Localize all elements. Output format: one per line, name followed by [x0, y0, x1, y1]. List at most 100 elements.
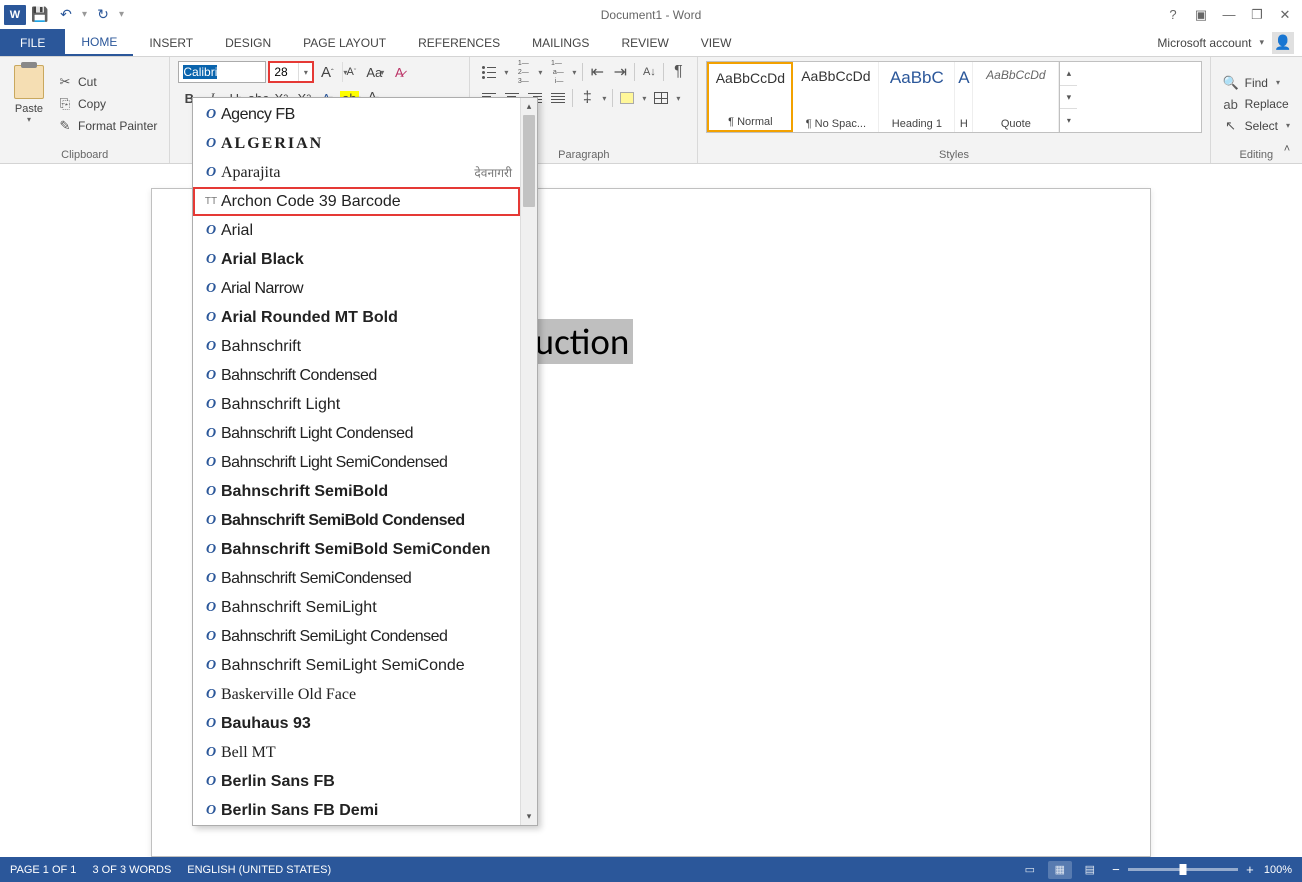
qat-customize-chevron[interactable]: ▾ [119, 9, 124, 20]
scrollbar-up-icon[interactable]: ▴ [521, 98, 537, 115]
font-size-combo[interactable]: ▾ [268, 61, 314, 83]
font-list-item[interactable]: OBahnschrift SemiBold SemiConden [193, 535, 520, 564]
restore-icon[interactable]: ❐ [1244, 5, 1270, 25]
multilevel-button[interactable]: 1— a— i— [546, 61, 568, 83]
view-web-layout-icon[interactable]: ▤ [1078, 861, 1102, 879]
copy-button[interactable]: ⎘Copy [54, 94, 161, 114]
font-list-item[interactable]: OAparajitaदेवनागरी [193, 158, 520, 187]
select-chevron-icon[interactable]: ▾ [1286, 121, 1290, 130]
qat-undo-chevron[interactable]: ▾ [82, 9, 87, 20]
tab-view[interactable]: VIEW [685, 29, 748, 56]
account-chevron-icon[interactable]: ▾ [1259, 37, 1264, 48]
clear-formatting-button[interactable]: A̷ [388, 61, 410, 83]
font-list-item[interactable]: OArial Narrow [193, 274, 520, 303]
font-list-item[interactable]: OALGERIAN [193, 129, 520, 158]
qat-undo-icon[interactable]: ↶ [54, 3, 78, 27]
tab-insert[interactable]: INSERT [133, 29, 209, 56]
paste-chevron-icon[interactable]: ▾ [27, 115, 31, 124]
line-spacing-button[interactable]: ‡ [576, 87, 598, 109]
avatar-icon[interactable]: 👤 [1272, 32, 1294, 54]
gallery-more-icon[interactable]: ▾ [1060, 109, 1077, 132]
font-list-item[interactable]: OBell MT [193, 738, 520, 767]
zoom-out-button[interactable]: − [1108, 862, 1124, 878]
qat-save-icon[interactable]: 💾 [28, 3, 52, 27]
font-list-item[interactable]: OBahnschrift Light SemiCondensed [193, 448, 520, 477]
gallery-down-icon[interactable]: ▾ [1060, 86, 1077, 110]
close-icon[interactable]: ✕ [1272, 5, 1298, 25]
gallery-up-icon[interactable]: ▴ [1060, 62, 1077, 86]
qat-redo-icon[interactable]: ↻ [91, 3, 115, 27]
scrollbar-down-icon[interactable]: ▾ [521, 808, 537, 825]
font-list-scrollbar[interactable]: ▴ ▾ [520, 98, 537, 825]
bullets-chevron[interactable]: ▾ [501, 68, 511, 77]
cut-button[interactable]: ✂Cut [54, 72, 161, 92]
font-name-combo[interactable]: ▾ [178, 61, 266, 83]
status-page[interactable]: PAGE 1 OF 1 [10, 864, 76, 876]
borders-button[interactable] [650, 87, 672, 109]
font-list-item[interactable]: OBauhaus 93 [193, 709, 520, 738]
status-words[interactable]: 3 OF 3 WORDS [92, 864, 171, 876]
style-no-spacing[interactable]: AaBbCcDd ¶ No Spac... [793, 62, 879, 132]
collapse-ribbon-icon[interactable]: ˄ [1278, 141, 1296, 157]
paste-button[interactable]: Paste ▾ [8, 61, 50, 147]
font-list-item[interactable]: OAgency FB [193, 100, 520, 129]
style-heading-partial[interactable]: A H [955, 62, 973, 132]
scrollbar-track[interactable] [521, 115, 537, 808]
font-size-input[interactable] [270, 63, 298, 81]
tab-references[interactable]: REFERENCES [402, 29, 516, 56]
zoom-track[interactable] [1128, 868, 1238, 871]
change-case-button[interactable]: Aa▾ [364, 61, 386, 83]
font-list-item[interactable]: OArial [193, 216, 520, 245]
numbering-chevron[interactable]: ▾ [535, 68, 545, 77]
find-button[interactable]: 🔍Find▾ [1219, 73, 1294, 93]
style-heading-1[interactable]: AaBbC Heading 1 [879, 62, 955, 132]
increase-indent-button[interactable]: ⇥ [609, 61, 631, 83]
font-list-item[interactable]: OArial Black [193, 245, 520, 274]
font-list-item[interactable]: OArial Rounded MT Bold [193, 303, 520, 332]
font-list-item[interactable]: OBahnschrift SemiBold Condensed [193, 506, 520, 535]
shading-button[interactable] [616, 87, 638, 109]
borders-chevron[interactable]: ▾ [673, 94, 683, 103]
select-button[interactable]: ↖Select▾ [1219, 116, 1294, 136]
tab-review[interactable]: REVIEW [605, 29, 684, 56]
font-list-item[interactable]: OBahnschrift Light [193, 390, 520, 419]
format-painter-button[interactable]: ✎Format Painter [54, 116, 161, 136]
style-quote[interactable]: AaBbCcDd Quote [973, 62, 1059, 132]
numbering-button[interactable]: 1—2—3— [512, 61, 534, 83]
tab-mailings[interactable]: MAILINGS [516, 29, 605, 56]
account-label[interactable]: Microsoft account [1157, 36, 1251, 50]
view-read-mode-icon[interactable]: ▭ [1018, 861, 1042, 879]
font-list-item[interactable]: OBahnschrift Condensed [193, 361, 520, 390]
tab-file[interactable]: FILE [0, 29, 65, 56]
font-list-item[interactable]: OBahnschrift SemiCondensed [193, 564, 520, 593]
font-list-item[interactable]: OBerlin Sans FB Demi [193, 796, 520, 825]
style-normal[interactable]: AaBbCcDd ¶ Normal [707, 62, 793, 132]
justify-button[interactable] [547, 87, 569, 109]
replace-button[interactable]: abReplace [1219, 95, 1294, 114]
font-list-item[interactable]: OBaskerville Old Face [193, 680, 520, 709]
font-list-item[interactable]: OBahnschrift SemiLight Condensed [193, 622, 520, 651]
ribbon-display-icon[interactable]: ▣ [1188, 5, 1214, 25]
find-chevron-icon[interactable]: ▾ [1276, 78, 1280, 87]
show-marks-button[interactable]: ¶ [667, 61, 689, 83]
font-size-dropdown-icon[interactable]: ▾ [298, 63, 312, 81]
scrollbar-thumb[interactable] [523, 115, 535, 207]
shrink-font-button[interactable]: Aˇ [340, 61, 362, 83]
font-list-item[interactable]: OBahnschrift Light Condensed [193, 419, 520, 448]
minimize-icon[interactable]: — [1216, 5, 1242, 25]
sort-button[interactable]: A↓ [638, 61, 660, 83]
font-list-item[interactable]: OBahnschrift [193, 332, 520, 361]
status-language[interactable]: ENGLISH (UNITED STATES) [187, 864, 331, 876]
grow-font-button[interactable]: Aˆ [316, 61, 338, 83]
help-icon[interactable]: ? [1160, 5, 1186, 25]
decrease-indent-button[interactable]: ⇤ [586, 61, 608, 83]
tab-home[interactable]: HOME [65, 29, 133, 56]
tab-page-layout[interactable]: PAGE LAYOUT [287, 29, 402, 56]
zoom-thumb[interactable] [1179, 864, 1186, 875]
bullets-button[interactable] [478, 61, 500, 83]
line-spacing-chevron[interactable]: ▾ [599, 94, 609, 103]
font-list-item[interactable]: OBahnschrift SemiLight SemiConde [193, 651, 520, 680]
tab-design[interactable]: DESIGN [209, 29, 287, 56]
view-print-layout-icon[interactable]: ▦ [1048, 861, 1072, 879]
multilevel-chevron[interactable]: ▾ [569, 68, 579, 77]
